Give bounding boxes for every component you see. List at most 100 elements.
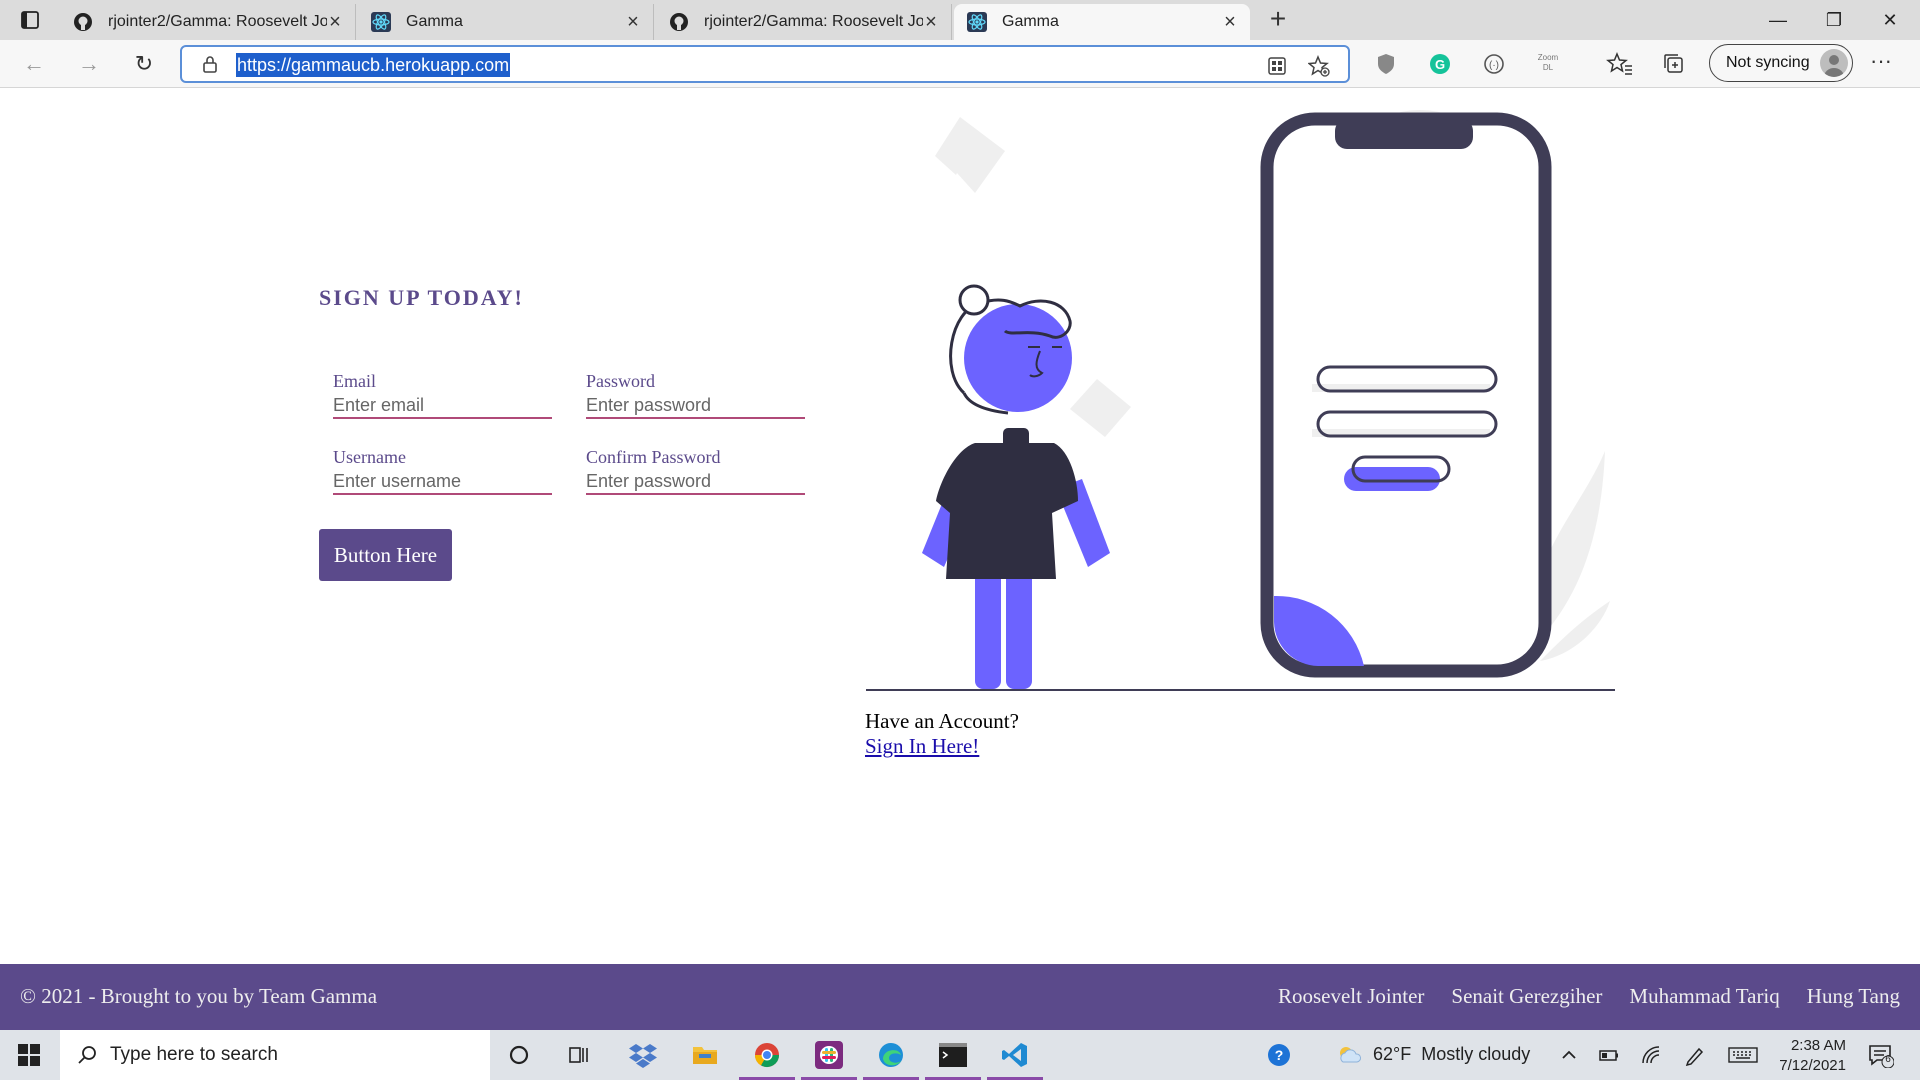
footer-name: Senait Gerezgiher — [1451, 984, 1603, 1008]
confirm-password-field-group: Confirm Password — [586, 447, 805, 495]
clock-time: 2:38 AM — [1790, 1037, 1846, 1054]
task-view-icon[interactable] — [564, 1040, 594, 1070]
profile-sync-button[interactable]: Not syncing — [1709, 44, 1853, 82]
footer-name: Muhammad Tariq — [1629, 984, 1780, 1008]
notification-count: 6 — [1885, 1054, 1891, 1065]
new-tab-button[interactable]: + — [1264, 5, 1292, 34]
vscode-icon[interactable] — [1000, 1040, 1030, 1070]
weather-desc: Mostly cloudy — [1421, 1044, 1531, 1064]
chrome-icon[interactable] — [752, 1040, 782, 1070]
windows-start-icon[interactable] — [18, 1044, 40, 1066]
address-bar[interactable]: https://gammaucb.herokuapp.com — [180, 45, 1350, 83]
wifi-icon[interactable] — [1640, 1044, 1662, 1066]
close-window-button[interactable]: ✕ — [1876, 6, 1904, 34]
dropbox-icon[interactable] — [628, 1040, 658, 1070]
github-icon — [668, 11, 690, 33]
bg-shape — [935, 117, 1005, 193]
tab-github-1[interactable]: rjointer2/Gamma: Roosevelt Join × — [60, 4, 356, 40]
person-head — [964, 304, 1072, 412]
url-text[interactable]: https://gammaucb.herokuapp.com — [236, 53, 511, 77]
slack-icon[interactable] — [814, 1040, 844, 1070]
confirm-password-input[interactable] — [586, 469, 805, 495]
signin-link[interactable]: Sign In Here! — [865, 734, 979, 759]
close-icon[interactable]: × — [327, 12, 343, 32]
edge-icon[interactable] — [876, 1040, 906, 1070]
grammarly-icon[interactable]: G — [1426, 50, 1454, 78]
svg-text:?: ? — [1275, 1047, 1284, 1063]
windows-taskbar: Type here to search ? 62°F Mostly cloudy — [0, 1030, 1920, 1080]
close-icon[interactable]: × — [923, 12, 939, 32]
page-content: SIGN UP TODAY! Email Password Username C… — [0, 89, 1920, 964]
phone-frame — [1260, 112, 1552, 678]
app-available-icon[interactable] — [1266, 55, 1288, 77]
taskbar-clock[interactable]: 2:38 AM 7/12/2021 — [1776, 1036, 1846, 1076]
cortana-icon[interactable] — [504, 1040, 534, 1070]
back-arrow-icon[interactable]: ← — [20, 50, 48, 78]
svg-text:G: G — [1435, 57, 1445, 72]
file-explorer-icon[interactable] — [690, 1040, 720, 1070]
tab-title: rjointer2/Gamma: Roosevelt Join — [108, 13, 327, 30]
weather-widget[interactable]: 62°F Mostly cloudy — [1337, 1044, 1530, 1069]
zoom-sublabel: DL — [1542, 63, 1554, 72]
password-input[interactable] — [586, 393, 805, 419]
email-label: Email — [333, 371, 376, 391]
shield-extension-icon[interactable] — [1372, 50, 1400, 78]
signup-heading: SIGN UP TODAY! — [319, 285, 524, 310]
restore-button[interactable]: ❐ — [1820, 6, 1848, 34]
email-field-group: Email — [333, 371, 552, 419]
signup-button[interactable]: Button Here — [319, 529, 452, 581]
close-icon[interactable]: × — [625, 12, 641, 32]
phone-side-button — [1545, 257, 1551, 317]
username-label: Username — [333, 447, 406, 467]
username-input[interactable] — [333, 469, 552, 495]
confirm-password-label: Confirm Password — [586, 447, 721, 467]
taskbar-search-input[interactable]: Type here to search — [60, 1030, 490, 1080]
collections-icon[interactable] — [1660, 50, 1688, 78]
username-field-group: Username — [333, 447, 552, 495]
help-icon[interactable]: ? — [1266, 1042, 1292, 1068]
person-leg — [1006, 571, 1032, 689]
sync-label: Not syncing — [1726, 54, 1810, 71]
close-icon[interactable]: × — [1222, 12, 1238, 32]
tab-github-2[interactable]: rjointer2/Gamma: Roosevelt Join × — [656, 4, 952, 40]
svg-text:(·): (·) — [1489, 60, 1499, 71]
tab-actions-icon[interactable] — [16, 8, 44, 32]
favorites-icon[interactable] — [1606, 50, 1634, 78]
add-favorite-icon[interactable] — [1307, 55, 1330, 77]
battery-icon[interactable] — [1598, 1044, 1620, 1066]
zoom-extension-icon[interactable]: Zoom DL — [1534, 50, 1562, 78]
avatar — [1820, 49, 1848, 77]
minimize-button[interactable]: — — [1764, 6, 1792, 34]
footer: © 2021 - Brought to you by Team Gamma Ro… — [0, 964, 1920, 1030]
tab-title: rjointer2/Gamma: Roosevelt Join — [704, 13, 923, 30]
terminal-icon[interactable] — [938, 1040, 968, 1070]
search-icon — [76, 1044, 98, 1066]
tab-gamma-1[interactable]: Gamma × — [358, 4, 654, 40]
footer-name: Roosevelt Jointer — [1277, 984, 1425, 1008]
notification-center-icon[interactable]: 6 — [1868, 1042, 1895, 1069]
password-field-group: Password — [586, 371, 805, 419]
password-label: Password — [586, 371, 656, 391]
forward-arrow-icon[interactable]: → — [75, 50, 103, 78]
phone-notch — [1335, 119, 1473, 149]
cloud-icon — [1337, 1044, 1363, 1069]
github-icon — [72, 11, 94, 33]
tab-gamma-active[interactable]: Gamma × — [954, 4, 1250, 40]
tab-title: Gamma — [1002, 13, 1059, 30]
footer-copyright: © 2021 - Brought to you by Team Gamma — [20, 984, 378, 1008]
weather-temp: 62°F — [1373, 1044, 1412, 1064]
keyboard-icon[interactable] — [1728, 1044, 1758, 1066]
refresh-icon[interactable]: ↻ — [130, 50, 158, 78]
pen-icon[interactable] — [1684, 1044, 1706, 1067]
lock-icon[interactable] — [202, 55, 218, 73]
zoom-label: Zoom — [1537, 53, 1559, 62]
email-input[interactable] — [333, 393, 552, 419]
browser-tab-bar: rjointer2/Gamma: Roosevelt Join × Gamma … — [0, 0, 1920, 40]
have-account-text: Have an Account? — [865, 709, 1019, 733]
code-extension-icon[interactable]: (·) — [1480, 50, 1508, 78]
chevron-up-icon[interactable] — [1558, 1044, 1580, 1066]
clock-date: 7/12/2021 — [1779, 1057, 1846, 1074]
react-icon — [966, 11, 988, 33]
person-bun — [958, 284, 990, 316]
more-menu-icon[interactable]: ··· — [1870, 48, 1892, 74]
